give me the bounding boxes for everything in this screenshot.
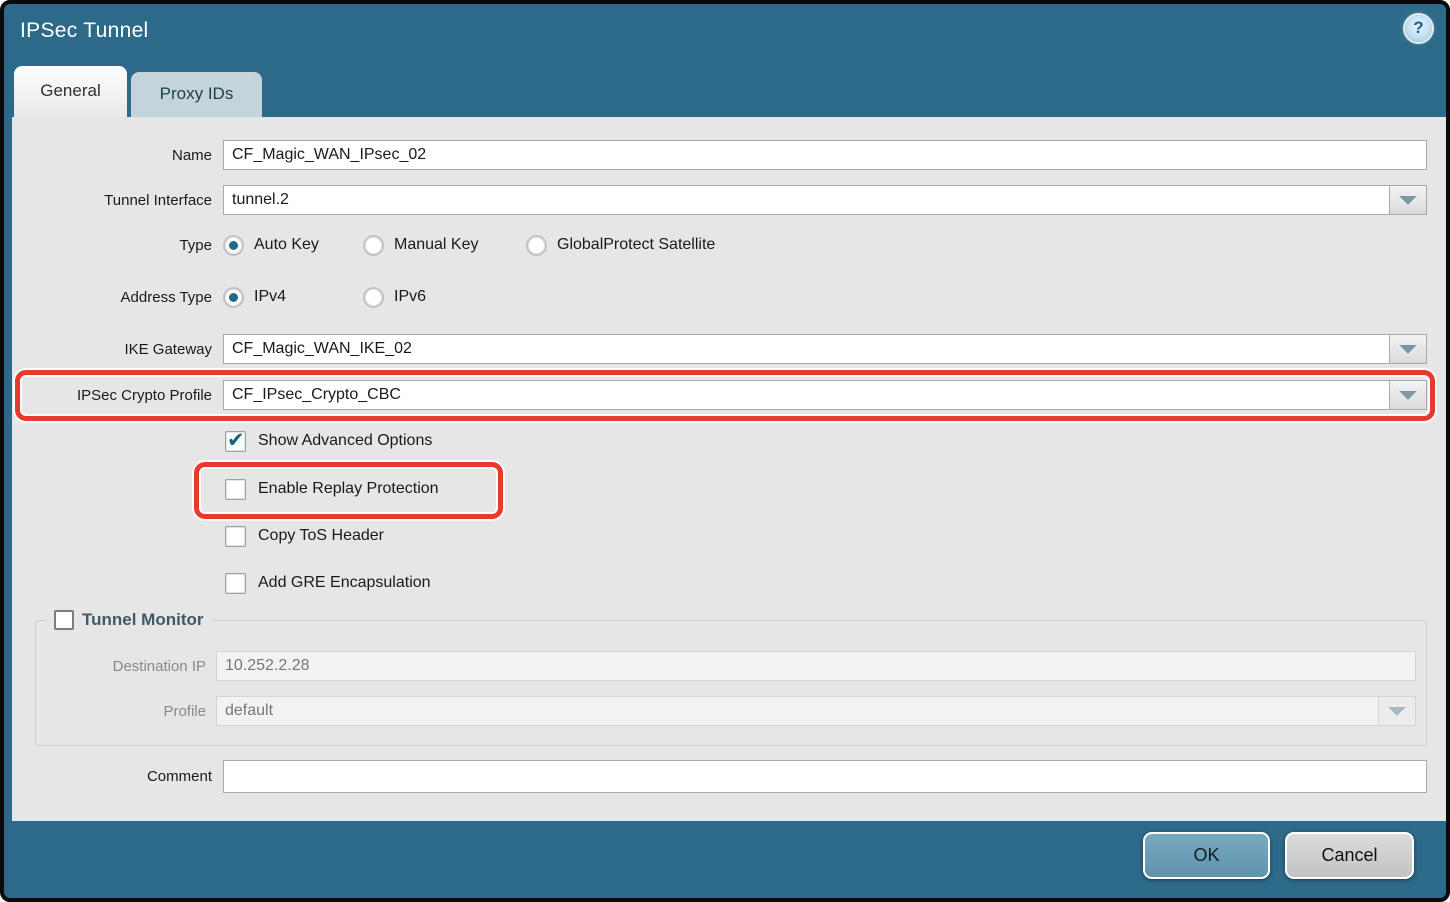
comment-label: Comment xyxy=(13,768,212,785)
destination-ip-label: Destination IP xyxy=(46,658,206,675)
show-advanced-options-label: Show Advanced Options xyxy=(258,432,432,450)
ipv4-radio[interactable] xyxy=(223,287,244,308)
name-row: Name xyxy=(13,140,1427,170)
general-tab-panel: Name Tunnel Interface Type Auto Key xyxy=(12,117,1446,821)
chevron-down-icon xyxy=(1399,391,1417,400)
monitor-profile-input xyxy=(216,696,1379,726)
globalprotect-satellite-label: GlobalProtect Satellite xyxy=(557,236,715,254)
address-type-option-ipv4: IPv4 xyxy=(223,287,363,308)
name-label: Name xyxy=(13,147,212,164)
manual-key-radio[interactable] xyxy=(363,235,384,256)
tunnel-monitor-label: Tunnel Monitor xyxy=(82,610,204,630)
enable-replay-protection-row: Enable Replay Protection xyxy=(225,478,1445,500)
ike-gateway-input[interactable] xyxy=(223,334,1390,364)
ipv4-label: IPv4 xyxy=(254,288,286,306)
copy-tos-header-label: Copy ToS Header xyxy=(258,527,384,545)
ike-gateway-dropdown-button[interactable] xyxy=(1389,334,1427,364)
tab-bar: General Proxy IDs xyxy=(14,66,262,117)
destination-ip-input xyxy=(216,651,1416,681)
ipsec-crypto-profile-dropdown-button[interactable] xyxy=(1389,380,1427,410)
type-option-auto-key: Auto Key xyxy=(223,235,363,256)
ike-gateway-label: IKE Gateway xyxy=(13,341,212,358)
chevron-down-icon xyxy=(1388,707,1406,716)
address-type-row: Address Type IPv4 IPv6 xyxy=(13,286,1427,308)
tab-proxy-ids[interactable]: Proxy IDs xyxy=(131,72,262,117)
enable-replay-protection-checkbox[interactable] xyxy=(225,479,246,500)
tunnel-interface-input[interactable] xyxy=(223,185,1390,215)
copy-tos-header-row: Copy ToS Header xyxy=(225,525,1445,547)
type-label: Type xyxy=(13,237,212,254)
enable-replay-protection-label: Enable Replay Protection xyxy=(258,480,439,498)
dialog-title: IPSec Tunnel xyxy=(20,19,149,43)
ipsec-crypto-profile-label: IPSec Crypto Profile xyxy=(13,387,212,404)
monitor-profile-row: Profile xyxy=(46,696,1416,726)
ipsec-crypto-profile-row: IPSec Crypto Profile xyxy=(13,380,1427,410)
globalprotect-satellite-radio[interactable] xyxy=(526,235,547,256)
address-type-label: Address Type xyxy=(13,289,212,306)
tab-general[interactable]: General xyxy=(14,66,127,117)
auto-key-radio[interactable] xyxy=(223,235,244,256)
manual-key-label: Manual Key xyxy=(394,236,479,254)
chevron-down-icon xyxy=(1399,196,1417,205)
name-input[interactable] xyxy=(223,140,1427,170)
add-gre-encapsulation-row: Add GRE Encapsulation xyxy=(225,572,1445,594)
address-type-option-ipv6: IPv6 xyxy=(363,287,426,308)
dialog-footer: OK Cancel xyxy=(4,813,1446,898)
comment-row: Comment xyxy=(13,760,1427,793)
show-advanced-options-checkbox[interactable] xyxy=(225,431,246,452)
add-gre-encapsulation-checkbox[interactable] xyxy=(225,573,246,594)
copy-tos-header-checkbox[interactable] xyxy=(225,526,246,547)
ipv6-radio[interactable] xyxy=(363,287,384,308)
cancel-button[interactable]: Cancel xyxy=(1285,832,1414,879)
help-icon[interactable]: ? xyxy=(1405,15,1432,42)
ok-button[interactable]: OK xyxy=(1143,832,1270,879)
chevron-down-icon xyxy=(1399,345,1417,354)
tunnel-monitor-legend: Tunnel Monitor xyxy=(46,610,212,630)
show-advanced-options-row: Show Advanced Options xyxy=(225,430,1445,452)
ipsec-crypto-profile-input[interactable] xyxy=(223,380,1390,410)
tunnel-interface-label: Tunnel Interface xyxy=(13,192,212,209)
tunnel-monitor-fieldset: Tunnel Monitor Destination IP Profile xyxy=(35,620,1427,746)
monitor-profile-dropdown-button xyxy=(1378,696,1416,726)
comment-input[interactable] xyxy=(223,760,1427,793)
tunnel-interface-dropdown-button[interactable] xyxy=(1389,185,1427,215)
tunnel-interface-row: Tunnel Interface xyxy=(13,185,1427,215)
monitor-profile-label: Profile xyxy=(46,703,206,720)
dialog-titlebar: IPSec Tunnel ? xyxy=(4,4,1446,66)
auto-key-label: Auto Key xyxy=(254,236,319,254)
type-row: Type Auto Key Manual Key GlobalProtect S… xyxy=(13,234,1427,256)
type-option-globalprotect-satellite: GlobalProtect Satellite xyxy=(526,235,715,256)
ipv6-label: IPv6 xyxy=(394,288,426,306)
ipsec-tunnel-dialog: IPSec Tunnel ? General Proxy IDs Name Tu… xyxy=(0,0,1450,902)
type-option-manual-key: Manual Key xyxy=(363,235,526,256)
tunnel-monitor-checkbox[interactable] xyxy=(54,610,74,630)
add-gre-encapsulation-label: Add GRE Encapsulation xyxy=(258,574,431,592)
ike-gateway-row: IKE Gateway xyxy=(13,334,1427,364)
destination-ip-row: Destination IP xyxy=(46,651,1416,681)
